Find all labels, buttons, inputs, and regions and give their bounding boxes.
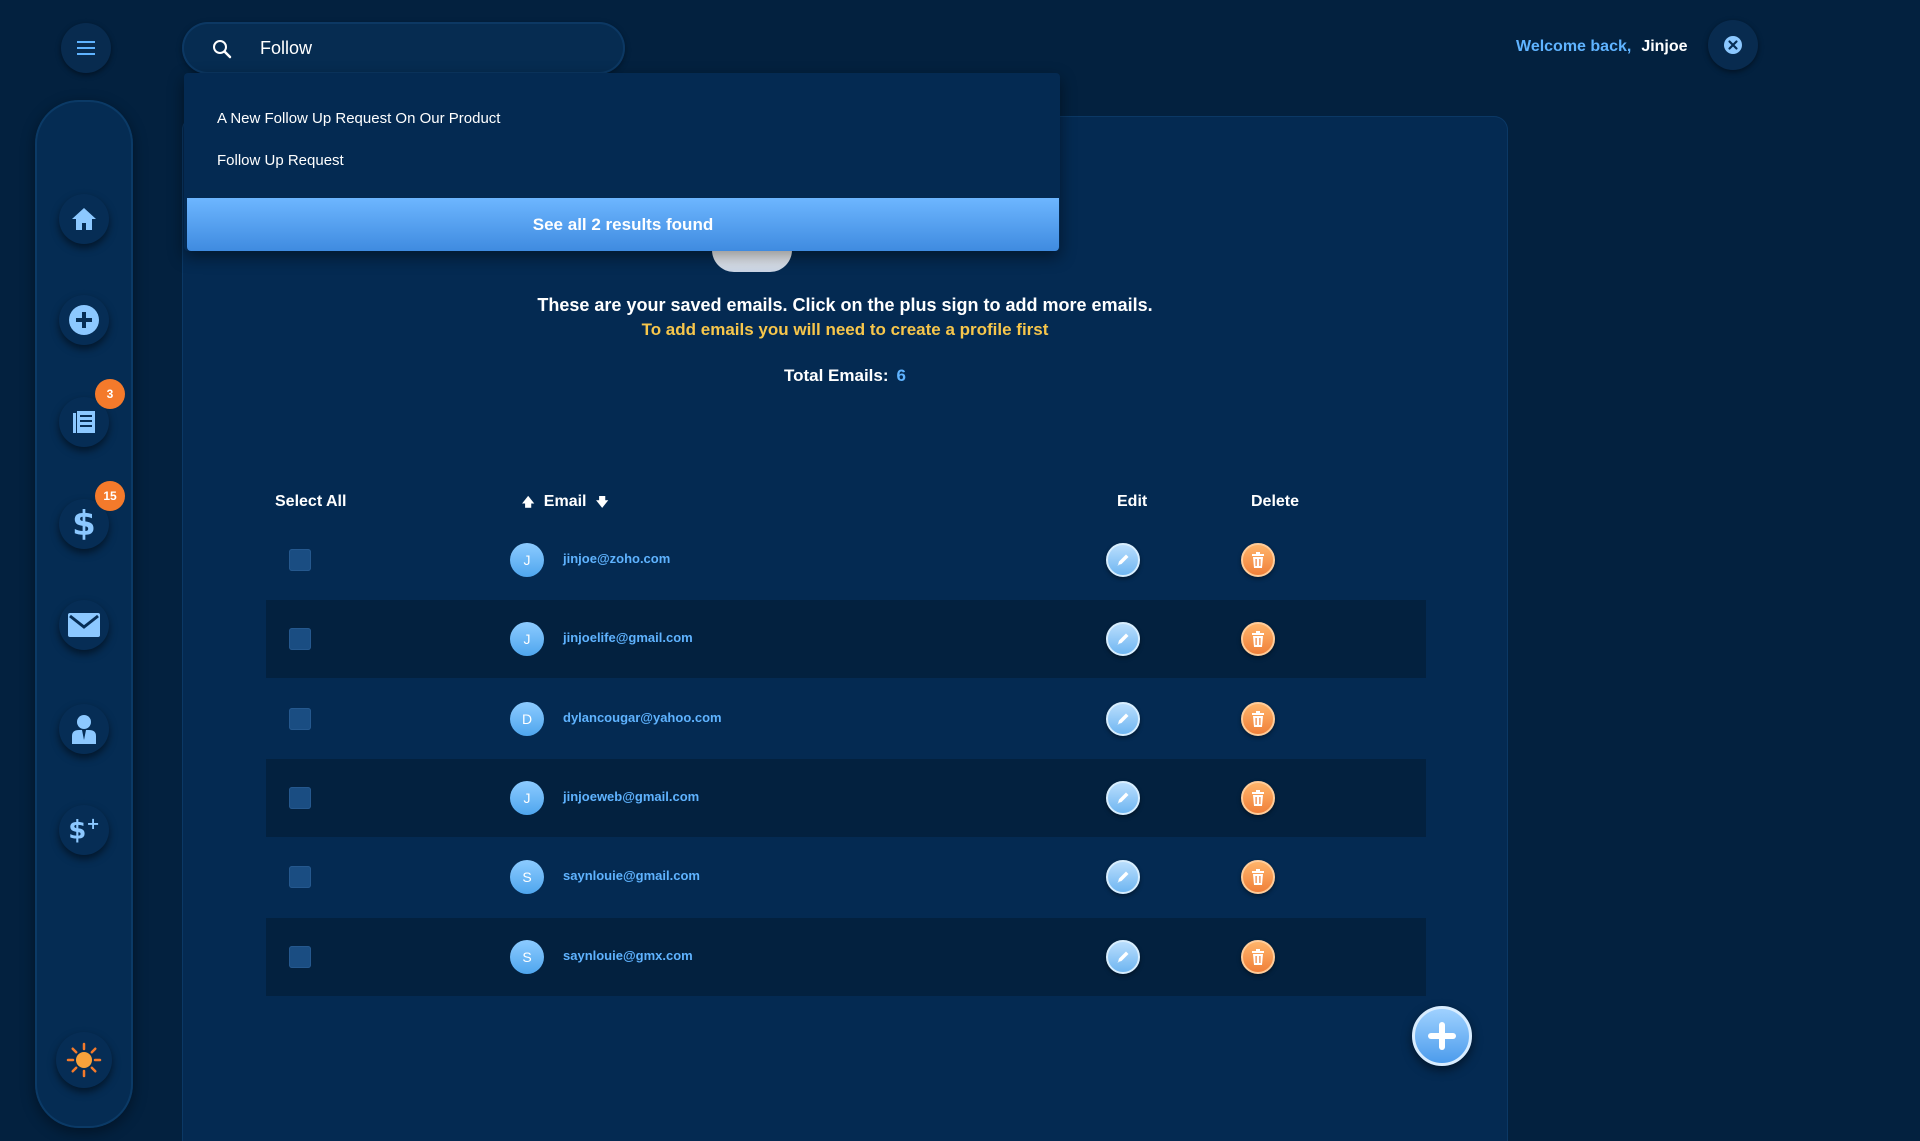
sidebar-item-mail[interactable] (59, 600, 109, 650)
plus-icon (1428, 1022, 1456, 1050)
edit-header: Edit (1117, 493, 1148, 510)
edit-button[interactable] (1106, 702, 1140, 736)
delete-button[interactable] (1241, 543, 1275, 577)
sidebar-item-notes[interactable]: 3 (59, 379, 125, 447)
total-label: Total Emails: (783, 366, 889, 385)
welcome-message: Welcome back, Jinjoe (1516, 38, 1688, 56)
search-result-item[interactable]: Follow Up Request (217, 152, 344, 169)
table-row: Jjinjoeweb@gmail.com (266, 759, 1426, 837)
table-row: Jjinjoe@zoho.com (266, 521, 1426, 599)
edit-button[interactable] (1106, 622, 1140, 656)
row-checkbox[interactable] (289, 628, 311, 650)
trash-icon (1252, 711, 1264, 727)
user-icon (72, 715, 96, 744)
email-address[interactable]: saynlouie@gmail.com (563, 868, 700, 883)
info-message: These are your saved emails. Click on th… (537, 295, 1153, 315)
search-result-item[interactable]: A New Follow Up Request On Our Product (217, 110, 500, 127)
select-all-header[interactable]: Select All (275, 493, 346, 511)
dollar-plus-icon: $+ (68, 814, 100, 846)
avatar: D (510, 702, 544, 736)
menu-button[interactable] (61, 23, 111, 73)
add-email-button[interactable] (1412, 1006, 1472, 1066)
delete-button[interactable] (1241, 702, 1275, 736)
trash-icon (1252, 949, 1264, 965)
avatar: S (510, 860, 544, 894)
total-value: 6 (896, 366, 906, 385)
email-address[interactable]: dylancougar@yahoo.com (563, 710, 722, 725)
theme-toggle[interactable] (56, 1032, 112, 1088)
sort-up-icon[interactable]: 🡅 (522, 495, 534, 509)
trash-icon (1252, 552, 1264, 568)
edit-button[interactable] (1106, 940, 1140, 974)
pencil-icon (1117, 792, 1129, 804)
welcome-text: Welcome back, (1516, 38, 1632, 55)
illustration (712, 250, 792, 272)
delete-button[interactable] (1241, 622, 1275, 656)
table-row: Ssaynlouie@gmx.com (266, 918, 1426, 996)
close-button[interactable] (1708, 20, 1758, 70)
table-row: Ddylancougar@yahoo.com (266, 680, 1426, 758)
row-checkbox[interactable] (289, 549, 311, 571)
row-checkbox[interactable] (289, 787, 311, 809)
pencil-icon (1117, 713, 1129, 725)
mail-icon (68, 613, 100, 637)
avatar: J (510, 781, 544, 815)
row-checkbox[interactable] (289, 946, 311, 968)
sidebar-item-home[interactable] (59, 194, 109, 244)
email-address[interactable]: saynlouie@gmx.com (563, 948, 693, 963)
avatar: J (510, 622, 544, 656)
sort-down-icon[interactable]: 🡇 (596, 495, 608, 509)
sidebar-item-pricing[interactable]: $+ (59, 805, 109, 855)
trash-icon (1252, 790, 1264, 806)
pencil-icon (1117, 633, 1129, 645)
edit-button[interactable] (1106, 781, 1140, 815)
sidebar-item-profile[interactable] (59, 704, 109, 754)
username: Jinjoe (1641, 38, 1688, 55)
delete-button[interactable] (1241, 860, 1275, 894)
hamburger-icon (77, 41, 95, 55)
email-address[interactable]: jinjoelife@gmail.com (563, 630, 693, 645)
total-emails: Total Emails: 6 (0, 366, 1690, 386)
email-address[interactable]: jinjoe@zoho.com (563, 551, 670, 566)
sidebar-item-billing[interactable]: $ 15 (59, 481, 125, 549)
delete-button[interactable] (1241, 781, 1275, 815)
avatar: S (510, 940, 544, 974)
email-header[interactable]: 🡅 Email 🡇 (522, 493, 608, 514)
pencil-icon (1117, 871, 1129, 883)
delete-button[interactable] (1241, 940, 1275, 974)
email-header-label: Email (543, 493, 587, 510)
row-checkbox[interactable] (289, 708, 311, 730)
pencil-icon (1117, 951, 1129, 963)
edit-button[interactable] (1106, 543, 1140, 577)
see-all-results-button[interactable]: See all 2 results found (187, 198, 1059, 251)
sun-icon (66, 1042, 102, 1078)
close-icon (1724, 36, 1742, 54)
home-icon (72, 208, 96, 230)
table-row: Ssaynlouie@gmail.com (266, 838, 1426, 916)
email-address[interactable]: jinjoeweb@gmail.com (563, 789, 699, 804)
trash-icon (1252, 869, 1264, 885)
pencil-icon (1117, 554, 1129, 566)
search-results-dropdown: A New Follow Up Request On Our Product F… (184, 73, 1060, 251)
notes-icon (73, 411, 95, 433)
delete-header: Delete (1251, 493, 1300, 510)
billing-badge: 15 (95, 481, 125, 511)
table-row: Jjinjoelife@gmail.com (266, 600, 1426, 678)
search-bar (182, 22, 625, 74)
row-checkbox[interactable] (289, 866, 311, 888)
sidebar: 3 $ 15 $+ (35, 100, 133, 1128)
search-input[interactable] (260, 34, 600, 62)
warning-message: To add emails you will need to create a … (641, 320, 1049, 339)
search-icon (213, 40, 232, 59)
dollar-icon: $ (72, 504, 96, 544)
trash-icon (1252, 631, 1264, 647)
edit-button[interactable] (1106, 860, 1140, 894)
avatar: J (510, 543, 544, 577)
